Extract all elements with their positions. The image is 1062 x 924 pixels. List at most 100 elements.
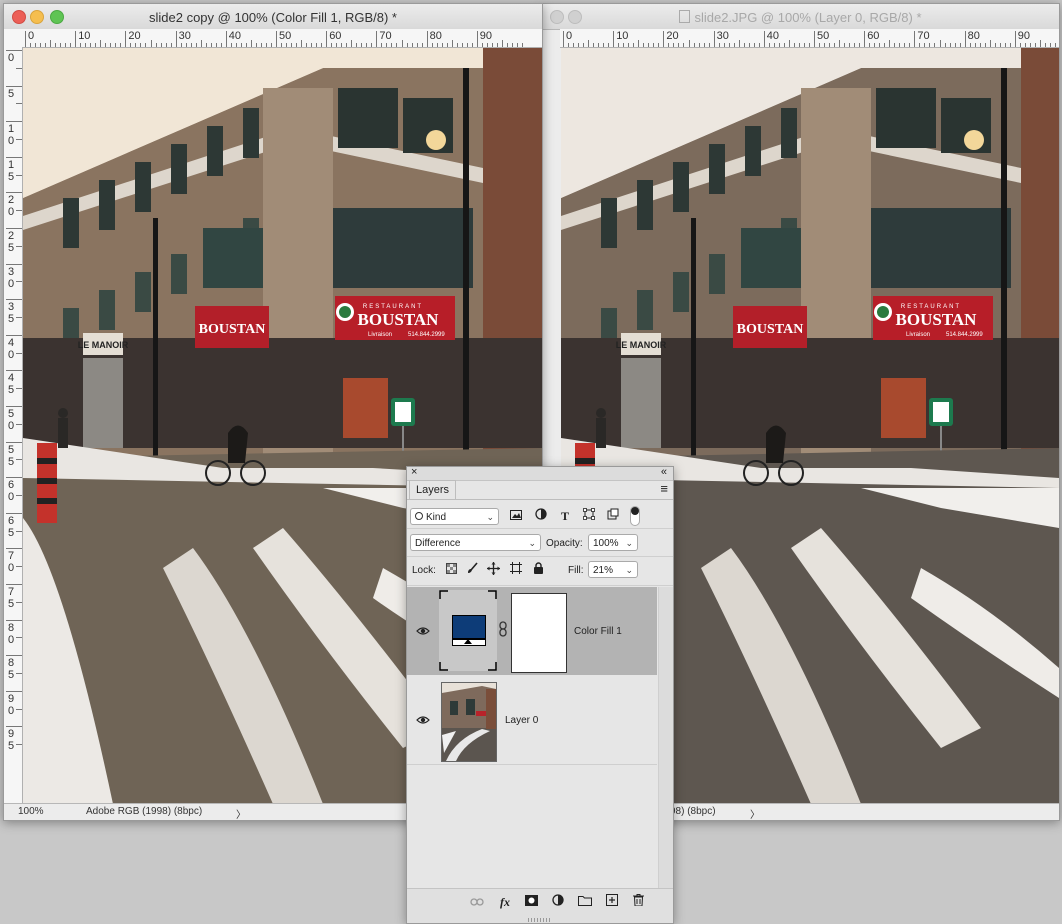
ruler-tick xyxy=(6,263,22,265)
layer-mask-thumbnail[interactable] xyxy=(511,593,567,673)
vertical-ruler[interactable]: 05101520253035404550556065707580859095 xyxy=(4,47,23,804)
panel-scrollbar[interactable] xyxy=(658,587,673,889)
status-arrow-icon[interactable]: 〉 xyxy=(236,806,246,820)
ruler-minor-tick xyxy=(884,43,886,47)
ruler-minor-tick xyxy=(959,43,961,47)
visibility-eye-icon[interactable] xyxy=(415,624,431,640)
ruler-label: 7 xyxy=(8,586,15,598)
lock-label: Lock: xyxy=(412,565,436,576)
panel-resize-grip[interactable] xyxy=(528,918,550,922)
ruler-minor-tick xyxy=(1044,43,1046,47)
panel-menu-icon[interactable]: ≡ xyxy=(660,481,668,496)
ruler-minor-tick xyxy=(30,43,32,47)
link-chain-icon[interactable] xyxy=(498,621,508,637)
ruler-minor-tick xyxy=(1004,43,1006,47)
ruler-minor-tick xyxy=(185,43,187,47)
ruler-minor-tick xyxy=(984,43,986,47)
visibility-eye-icon[interactable] xyxy=(415,713,431,729)
layer-name[interactable]: Layer 0 xyxy=(505,715,538,726)
ruler-minor-tick xyxy=(874,43,876,47)
ruler-label: 0 xyxy=(28,30,35,42)
horizontal-ruler[interactable]: 0 10 20 30 40 50 60 70 80 90 xyxy=(22,29,542,48)
tab-layers[interactable]: Layers xyxy=(409,480,457,499)
close-panel-icon[interactable]: × xyxy=(411,466,417,478)
ruler-minor-tick xyxy=(80,43,82,47)
lock-image-pixels-icon[interactable] xyxy=(464,562,480,578)
ruler-minor-tick xyxy=(793,43,795,47)
ruler-minor-tick xyxy=(593,43,595,47)
ruler-minor-tick xyxy=(215,43,217,47)
status-arrow-icon[interactable]: 〉 xyxy=(750,806,760,820)
ruler-minor-tick xyxy=(974,43,976,47)
layers-panel-footer: fx xyxy=(407,888,673,923)
ruler-tick xyxy=(6,512,22,514)
ruler-minor-tick xyxy=(346,43,348,47)
layer-0-thumbnail[interactable] xyxy=(441,682,497,762)
ruler-tick xyxy=(25,31,26,47)
zoom-level[interactable]: 100% xyxy=(18,806,44,817)
chevron-down-icon: ⌄ xyxy=(528,538,536,548)
title-bar[interactable]: slide2.JPG @ 100% (Layer 0, RGB/8) * xyxy=(542,4,1059,30)
shape-layer-filter-icon[interactable] xyxy=(581,508,597,524)
link-layers-icon[interactable] xyxy=(468,893,486,911)
new-group-folder-icon[interactable] xyxy=(576,893,594,911)
ruler-minor-tick xyxy=(1034,43,1036,47)
layers-list[interactable]: Color Fill 1 Layer 0 xyxy=(407,587,673,889)
new-layer-icon[interactable] xyxy=(603,893,621,911)
ruler-minor-tick xyxy=(798,43,800,47)
new-adjustment-layer-icon[interactable] xyxy=(549,893,567,911)
ruler-minor-tick xyxy=(844,43,846,47)
ruler-minor-tick xyxy=(954,43,956,47)
horizontal-ruler[interactable]: 0 10 20 30 40 50 60 70 80 90 xyxy=(560,29,1059,48)
ruler-minor-tick xyxy=(16,495,22,496)
ruler-label: 1 xyxy=(8,158,15,171)
filter-kind-select[interactable]: Kind ⌄ xyxy=(410,508,499,525)
lock-transparent-pixels-icon[interactable] xyxy=(443,562,459,578)
ruler-label: 70 xyxy=(917,30,930,42)
ruler-tick xyxy=(125,31,127,47)
ruler-minor-tick xyxy=(849,43,851,47)
smart-object-filter-icon[interactable] xyxy=(605,508,621,524)
ruler-minor-tick xyxy=(270,43,272,47)
type-layer-filter-icon[interactable]: T xyxy=(557,508,573,524)
color-profile-text[interactable]: 98) (8bpc) xyxy=(670,806,716,817)
ruler-tick xyxy=(6,690,22,692)
ruler-origin[interactable] xyxy=(4,29,23,48)
fill-input[interactable]: 21% ⌄ xyxy=(588,561,638,578)
layer-name[interactable]: Color Fill 1 xyxy=(574,626,622,637)
filter-toggle-switch[interactable] xyxy=(630,506,640,526)
ruler-tick xyxy=(6,584,22,585)
lock-artboard-icon[interactable] xyxy=(508,562,524,578)
opacity-input[interactable]: 100% ⌄ xyxy=(588,534,638,551)
color-fill-thumbnail[interactable] xyxy=(439,590,497,671)
lock-all-icon[interactable] xyxy=(530,562,546,578)
color-profile-text[interactable]: Adobe RGB (1998) (8bpc) xyxy=(86,806,202,817)
lock-position-icon[interactable] xyxy=(485,562,501,578)
collapse-panel-icon[interactable]: « xyxy=(661,466,667,478)
layer-row-color-fill[interactable]: Color Fill 1 xyxy=(407,587,657,675)
ruler-label: 5 xyxy=(8,170,15,183)
pixel-layer-filter-icon[interactable] xyxy=(508,508,524,524)
ruler-minor-tick xyxy=(205,43,207,47)
ruler-minor-tick xyxy=(336,43,338,47)
ruler-minor-tick xyxy=(210,43,212,47)
blend-mode-select[interactable]: Difference ⌄ xyxy=(410,534,541,551)
add-mask-icon[interactable] xyxy=(522,893,540,911)
ruler-minor-tick xyxy=(16,67,22,69)
ruler-minor-tick xyxy=(934,43,936,47)
delete-layer-trash-icon[interactable] xyxy=(629,893,647,911)
layer-row-layer-0[interactable]: Layer 0 xyxy=(407,676,657,765)
chevron-down-icon: ⌄ xyxy=(625,538,633,548)
ruler-minor-tick xyxy=(190,43,192,47)
ruler-minor-tick xyxy=(50,40,52,47)
adjustment-layer-filter-icon[interactable] xyxy=(533,508,549,524)
ruler-minor-tick xyxy=(100,40,102,47)
ruler-tick xyxy=(914,31,916,47)
title-bar[interactable]: slide2 copy @ 100% (Color Fill 1, RGB/8)… xyxy=(4,4,542,30)
ruler-minor-tick xyxy=(316,43,318,47)
ruler-minor-tick xyxy=(105,43,107,47)
layer-style-fx-icon[interactable]: fx xyxy=(496,893,514,911)
panel-header[interactable]: × « xyxy=(407,466,673,481)
ruler-minor-tick xyxy=(924,43,926,47)
ruler-minor-tick xyxy=(658,43,660,47)
